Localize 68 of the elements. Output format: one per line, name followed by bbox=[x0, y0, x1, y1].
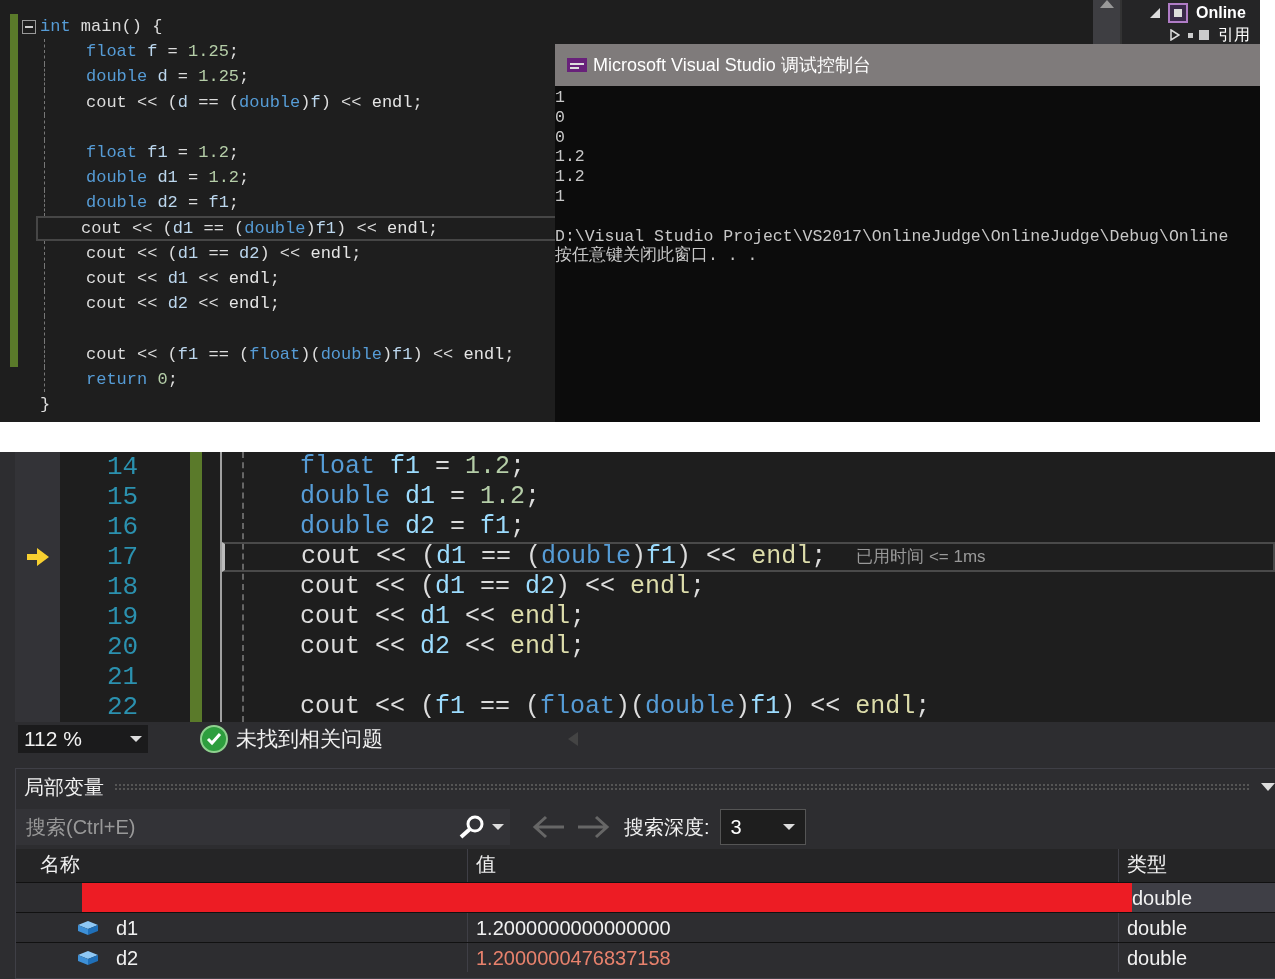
code-line: cout << d2 << endl; bbox=[86, 293, 281, 316]
table-cell: double bbox=[1118, 913, 1275, 942]
variable-icon bbox=[76, 919, 100, 936]
back-arrow-icon[interactable] bbox=[532, 815, 566, 839]
column-header[interactable]: 名称 bbox=[16, 849, 467, 882]
console-line: 1.2 bbox=[555, 147, 586, 168]
issues-status: 未找到相关问题 bbox=[236, 725, 383, 752]
depth-label: 搜索深度: bbox=[624, 815, 710, 840]
console-line: D:\Visual Studio Project\VS2017\OnlineJudge\OnlineJudge\Debug\Online bbox=[555, 226, 1230, 246]
code-line: return 0; bbox=[86, 368, 179, 391]
table-cell-text: d2 bbox=[116, 945, 139, 971]
console-line: 1.2 bbox=[555, 167, 586, 187]
code-line: cout << (d1 == d2) << endl; bbox=[86, 242, 363, 265]
code-line: double d1 = 1.2; bbox=[86, 167, 251, 190]
console-line: 0 bbox=[555, 127, 566, 148]
code-line: cout << d1 << endl; bbox=[86, 267, 281, 290]
table-cell: double bbox=[1132, 883, 1275, 912]
code-line: int main() { bbox=[40, 16, 164, 39]
code-line: cout << (d == (double)f) << endl; bbox=[86, 91, 424, 114]
collapse-icon[interactable] bbox=[22, 19, 36, 34]
code-line: double d2 = f1; bbox=[86, 192, 241, 215]
code-line: cout << d2 << endl; bbox=[299, 633, 586, 661]
code-line: } bbox=[40, 393, 52, 416]
search-options-button[interactable] bbox=[436, 809, 510, 845]
column-header[interactable]: 值 bbox=[467, 849, 1118, 882]
caret-icon bbox=[782, 824, 795, 830]
tree-item[interactable]: 引用 bbox=[1218, 23, 1250, 47]
console-line: 0 bbox=[555, 107, 566, 128]
search-icon[interactable] bbox=[458, 815, 486, 839]
expanded-icon[interactable] bbox=[1150, 7, 1160, 19]
code-line: double d = 1.25; bbox=[86, 66, 251, 89]
code-line: cout << (d1 == d2) << endl; bbox=[299, 573, 706, 601]
code-line: float f1 = 1.2; bbox=[86, 142, 241, 165]
console-line: 按任意键关闭此窗口. . . bbox=[555, 246, 759, 267]
caret-icon[interactable] bbox=[1261, 783, 1275, 791]
code-line: cout << (f1 == (float)(double)f1) << endl; bbox=[299, 693, 931, 721]
code-line: double d2 = f1; bbox=[299, 513, 526, 541]
code-line: cout << (d1 == (double)f1) << endl; bbox=[301, 543, 827, 571]
check-icon bbox=[200, 724, 228, 753]
zoom-dropdown[interactable]: 112 % bbox=[18, 724, 148, 753]
table-cell-text: d1 bbox=[116, 915, 139, 941]
code-line: double d1 = 1.2; bbox=[299, 483, 541, 511]
table-cell: 1.2000000000000000 bbox=[467, 913, 1118, 942]
code-line: float f = 1.25; bbox=[86, 41, 241, 64]
code-line: float f1 = 1.2; bbox=[299, 453, 526, 481]
console-line: 1 bbox=[555, 187, 566, 207]
scroll-up-icon[interactable] bbox=[1099, 0, 1114, 8]
column-header[interactable]: 类型 bbox=[1118, 849, 1275, 882]
perf-tip: 已用时间 <= 1ms bbox=[856, 546, 986, 569]
search-field[interactable]: 搜索(Ctrl+E) bbox=[16, 809, 436, 845]
table-cell: double bbox=[1118, 943, 1275, 972]
console-icon bbox=[567, 58, 587, 72]
console-line: 1 bbox=[555, 88, 566, 108]
variable-icon bbox=[76, 949, 100, 966]
panel-title: 局部变量 bbox=[24, 775, 104, 800]
reference-icon bbox=[1188, 30, 1210, 40]
collapsed-icon[interactable] bbox=[1170, 29, 1180, 41]
forward-arrow-icon[interactable] bbox=[576, 815, 610, 839]
console-title: Microsoft Visual Studio 调试控制台 bbox=[593, 53, 871, 77]
project-icon bbox=[1168, 3, 1188, 23]
code-line: cout << d1 << endl; bbox=[299, 603, 586, 631]
table-cell: 1.2000000476837158 bbox=[467, 943, 1118, 972]
code-line: cout << (d1 == (double)f1) << endl; bbox=[81, 217, 440, 240]
project-name[interactable]: Online bbox=[1196, 1, 1246, 25]
code-line: cout << (f1 == (float)(double)f1) << endl; bbox=[86, 343, 516, 366]
depth-dropdown[interactable]: 3 bbox=[719, 809, 806, 845]
caret-icon[interactable] bbox=[492, 824, 504, 830]
caret-icon bbox=[130, 735, 142, 742]
